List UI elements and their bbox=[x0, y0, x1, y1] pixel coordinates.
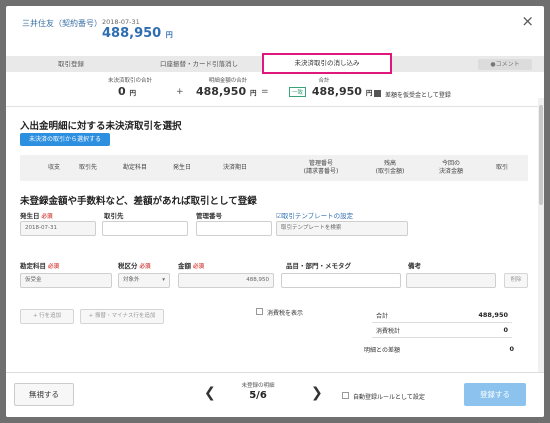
account-required-badge: 必須 bbox=[48, 264, 60, 270]
statement-date: 2018-07-31 bbox=[102, 18, 140, 26]
date-input[interactable]: 2018-07-31 bbox=[20, 221, 96, 236]
total-value: 488,950 bbox=[478, 311, 508, 319]
tax-total-label: 消費税計 bbox=[376, 328, 401, 335]
next-arrow-icon[interactable]: ❯ bbox=[311, 385, 323, 401]
dialog-header: 三井住友（契約番号） 2018-07-31 488,950 円 × bbox=[6, 6, 544, 44]
tax-select[interactable]: 対象外 ▾ bbox=[118, 273, 170, 288]
col-transaction: 取引 bbox=[495, 164, 508, 171]
item-field-label: 品目・部門・メモタグ bbox=[286, 262, 351, 270]
statement-amount: 488,950 円 bbox=[102, 26, 173, 41]
add-row-button[interactable]: + 行を追加 bbox=[20, 309, 74, 324]
account-label-text: 勘定科目 bbox=[20, 262, 46, 270]
register-button[interactable]: 登録する bbox=[464, 383, 526, 406]
pagination-value: 5/6 bbox=[249, 390, 267, 401]
summary-bar: 未決済取引の合計 0 円 + 明細金額の合計 488,950 円 = 合計 一致… bbox=[6, 72, 544, 106]
col-account: 勘定科目 bbox=[122, 164, 147, 171]
sum-unit: 円 bbox=[365, 89, 373, 97]
total-divider bbox=[372, 322, 512, 323]
account-input[interactable]: 仮受金 bbox=[20, 273, 112, 288]
template-settings-link[interactable]: ☑取引テンプレートの設定 bbox=[276, 210, 353, 220]
tab-register[interactable]: 取引登録 bbox=[6, 56, 136, 72]
delete-row-button[interactable]: 削除 bbox=[504, 273, 528, 288]
note-field-label: 備考 bbox=[408, 262, 421, 270]
show-tax-label: 消費税を表示 bbox=[267, 310, 304, 317]
unsettled-total-label: 未決済取引の合計 bbox=[107, 78, 152, 84]
match-badge: 一致 bbox=[289, 87, 307, 97]
statement-total: 488,950 円 bbox=[196, 85, 256, 98]
amount-required-badge: 必須 bbox=[193, 264, 205, 270]
col-due-date: 決済期日 bbox=[222, 164, 247, 171]
tax-select-value: 対象外 bbox=[123, 277, 140, 283]
ignore-button[interactable]: 無視する bbox=[14, 383, 74, 406]
sum-total: 一致 488,950 円 bbox=[289, 85, 372, 98]
item-tag-input[interactable] bbox=[281, 273, 401, 288]
tab-settle[interactable]: 未決済取引の消し込み bbox=[262, 53, 392, 74]
prev-arrow-icon[interactable]: ❮ bbox=[204, 385, 216, 401]
date-field-label: 発生日 必須 bbox=[20, 210, 53, 220]
auto-rule-checkbox[interactable] bbox=[342, 392, 349, 399]
advance-checkbox[interactable] bbox=[374, 90, 381, 97]
template-settings-link-text: 取引テンプレートの設定 bbox=[281, 212, 354, 220]
account-field-label: 勘定科目 必須 bbox=[20, 260, 59, 270]
col-settle-amount: 今回の 決済金額 bbox=[438, 160, 463, 175]
tax-total-value: 0 bbox=[503, 326, 508, 334]
total-label: 合計 bbox=[376, 313, 389, 320]
statement-total-label: 明細金額の合計 bbox=[208, 78, 248, 84]
equals-sign: = bbox=[261, 87, 269, 97]
summary-divider bbox=[6, 106, 544, 107]
match-dialog: 三井住友（契約番号） 2018-07-31 488,950 円 × 取引登録 口… bbox=[6, 6, 544, 417]
col-date: 発生日 bbox=[172, 164, 191, 171]
col-mgmt-number: 管理番号 (請求書番号) bbox=[303, 160, 339, 175]
unsettled-total-unit: 円 bbox=[129, 89, 137, 97]
template-search-input[interactable]: 取引テンプレートを検索 bbox=[276, 221, 408, 236]
date-label-text: 発生日 bbox=[20, 212, 40, 220]
statement-total-value: 488,950 bbox=[196, 85, 247, 98]
col-balance: 残高 (取引金額) bbox=[375, 160, 405, 175]
mgmt-field-label: 管理番号 bbox=[196, 212, 222, 220]
statement-total-unit: 円 bbox=[249, 89, 257, 97]
amount-input[interactable]: 488,950 bbox=[178, 273, 274, 288]
statement-amount-value: 488,950 bbox=[102, 26, 162, 41]
mgmt-number-input[interactable] bbox=[196, 221, 272, 236]
diff-label: 明細との差額 bbox=[364, 347, 400, 354]
tax-field-label: 税区分 必須 bbox=[118, 260, 151, 270]
register-section-title: 未登録金額や手数料など、差額があれば取引として登録 bbox=[20, 196, 257, 207]
tax-label-text: 税区分 bbox=[118, 262, 138, 270]
unsettled-table-header: 収支 取引先 勘定科目 発生日 決済期日 管理番号 (請求書番号) 残高 (取引… bbox=[20, 155, 528, 181]
pagination-label: 未登録の明細 bbox=[241, 383, 275, 389]
sum-label: 合計 bbox=[318, 78, 330, 84]
sum-value: 488,950 bbox=[311, 85, 362, 98]
show-tax-checkbox[interactable] bbox=[256, 308, 263, 315]
plus-sign: + bbox=[176, 87, 184, 97]
chevron-down-icon: ▾ bbox=[162, 277, 165, 283]
tax-divider bbox=[372, 337, 512, 338]
add-adjust-row-button[interactable]: + 振替・マイナス行を追加 bbox=[80, 309, 164, 324]
select-unsettled-button[interactable]: 未決済の取引から選択する bbox=[20, 133, 110, 146]
tab-transfer[interactable]: 口座振替・カード引落消し bbox=[136, 56, 262, 72]
auto-rule-label: 自動登録ルールとして設定 bbox=[353, 394, 425, 401]
dialog-footer: 無視する ❮ 未登録の明細 5/6 ❯ 自動登録ルールとして設定 登録する bbox=[6, 372, 544, 417]
close-icon[interactable]: × bbox=[521, 12, 534, 30]
tab-bar: 取引登録 口座振替・カード引落消し 未決済取引の消し込み ●コメント bbox=[6, 53, 544, 74]
col-partner: 取引先 bbox=[78, 164, 97, 171]
scrollbar-thumb[interactable] bbox=[539, 105, 543, 205]
tax-required-badge: 必須 bbox=[139, 264, 151, 270]
note-input[interactable] bbox=[406, 273, 496, 288]
date-required-badge: 必須 bbox=[41, 214, 53, 220]
partner-field-label: 取引先 bbox=[104, 212, 124, 220]
account-name: 三井住友（契約番号） bbox=[22, 19, 102, 28]
unsettled-total-value: 0 bbox=[118, 85, 126, 98]
diff-value: 0 bbox=[509, 345, 514, 353]
amount-field-label: 金額 必須 bbox=[178, 260, 204, 270]
amount-label-text: 金額 bbox=[178, 262, 191, 270]
statement-amount-unit: 円 bbox=[165, 31, 173, 39]
comment-button[interactable]: ●コメント bbox=[478, 59, 532, 70]
select-section-title: 入出金明細に対する未決済取引を選択 bbox=[20, 121, 182, 132]
unsettled-total: 0 円 bbox=[118, 85, 136, 98]
advance-checkbox-label: 差額を仮受金として登録 bbox=[385, 92, 451, 99]
partner-input[interactable] bbox=[102, 221, 188, 236]
